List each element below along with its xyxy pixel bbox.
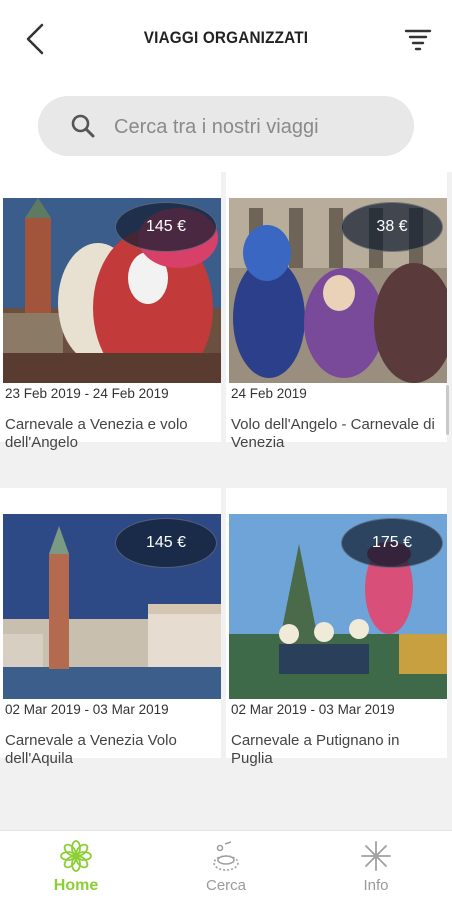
price-badge: 175 € [341, 518, 443, 568]
scrollbar-thumb[interactable] [446, 385, 449, 435]
home-flower-icon [60, 840, 92, 872]
nav-label: Info [363, 877, 389, 894]
trip-image: 175 € [229, 514, 447, 699]
trip-dates: 23 Feb 2019 - 24 Feb 2019 [5, 386, 169, 401]
trip-dates: 02 Mar 2019 - 03 Mar 2019 [231, 702, 395, 717]
nav-item-cerca[interactable]: Cerca [166, 839, 286, 899]
trip-image: 38 € [229, 198, 447, 383]
app-header: VIAGGI ORGANIZZATI [0, 0, 452, 80]
nav-item-home[interactable]: Home [16, 839, 136, 899]
nav-label: Home [53, 877, 99, 894]
trip-image: 145 € [3, 198, 221, 383]
trip-dates: 24 Feb 2019 [231, 386, 307, 401]
nav-item-info[interactable]: Info [316, 839, 436, 899]
filter-icon[interactable] [402, 24, 434, 54]
trip-name: Carnevale a Putignano in Puglia [231, 732, 400, 767]
trip-card[interactable]: 145 € 02 Mar 2019 - 03 Mar 2019 Carneval… [0, 488, 221, 767]
nav-label: Cerca [205, 877, 246, 894]
trip-card[interactable]: 175 € 02 Mar 2019 - 03 Mar 2019 Carneval… [226, 488, 447, 767]
price-badge: 38 € [341, 202, 443, 252]
trip-dates: 02 Mar 2019 - 03 Mar 2019 [5, 702, 169, 717]
page-title: VIAGGI ORGANIZZATI [143, 28, 309, 47]
search-input[interactable] [112, 108, 396, 146]
price-badge: 145 € [115, 518, 217, 568]
trip-name: Carnevale a Venezia e volo dell'Angelo [5, 416, 188, 451]
trip-name: Carnevale a Venezia Volo dell'Aquila [5, 732, 177, 767]
price-badge: 145 € [115, 202, 217, 252]
trip-name: Volo dell'Angelo - Carnevale di Venezia [231, 416, 435, 451]
search-icon [71, 114, 95, 138]
bottom-nav: Home Cerca Info [0, 830, 452, 901]
search-shape-icon [213, 841, 239, 871]
trip-card[interactable]: 38 € 24 Feb 2019 Volo dell'Angelo - Carn… [226, 172, 447, 451]
trip-card[interactable]: 145 € 23 Feb 2019 - 24 Feb 2019 Carneval… [0, 172, 221, 451]
search-bar[interactable] [38, 96, 414, 156]
trip-image: 145 € [3, 514, 221, 699]
info-star-icon [361, 841, 391, 871]
